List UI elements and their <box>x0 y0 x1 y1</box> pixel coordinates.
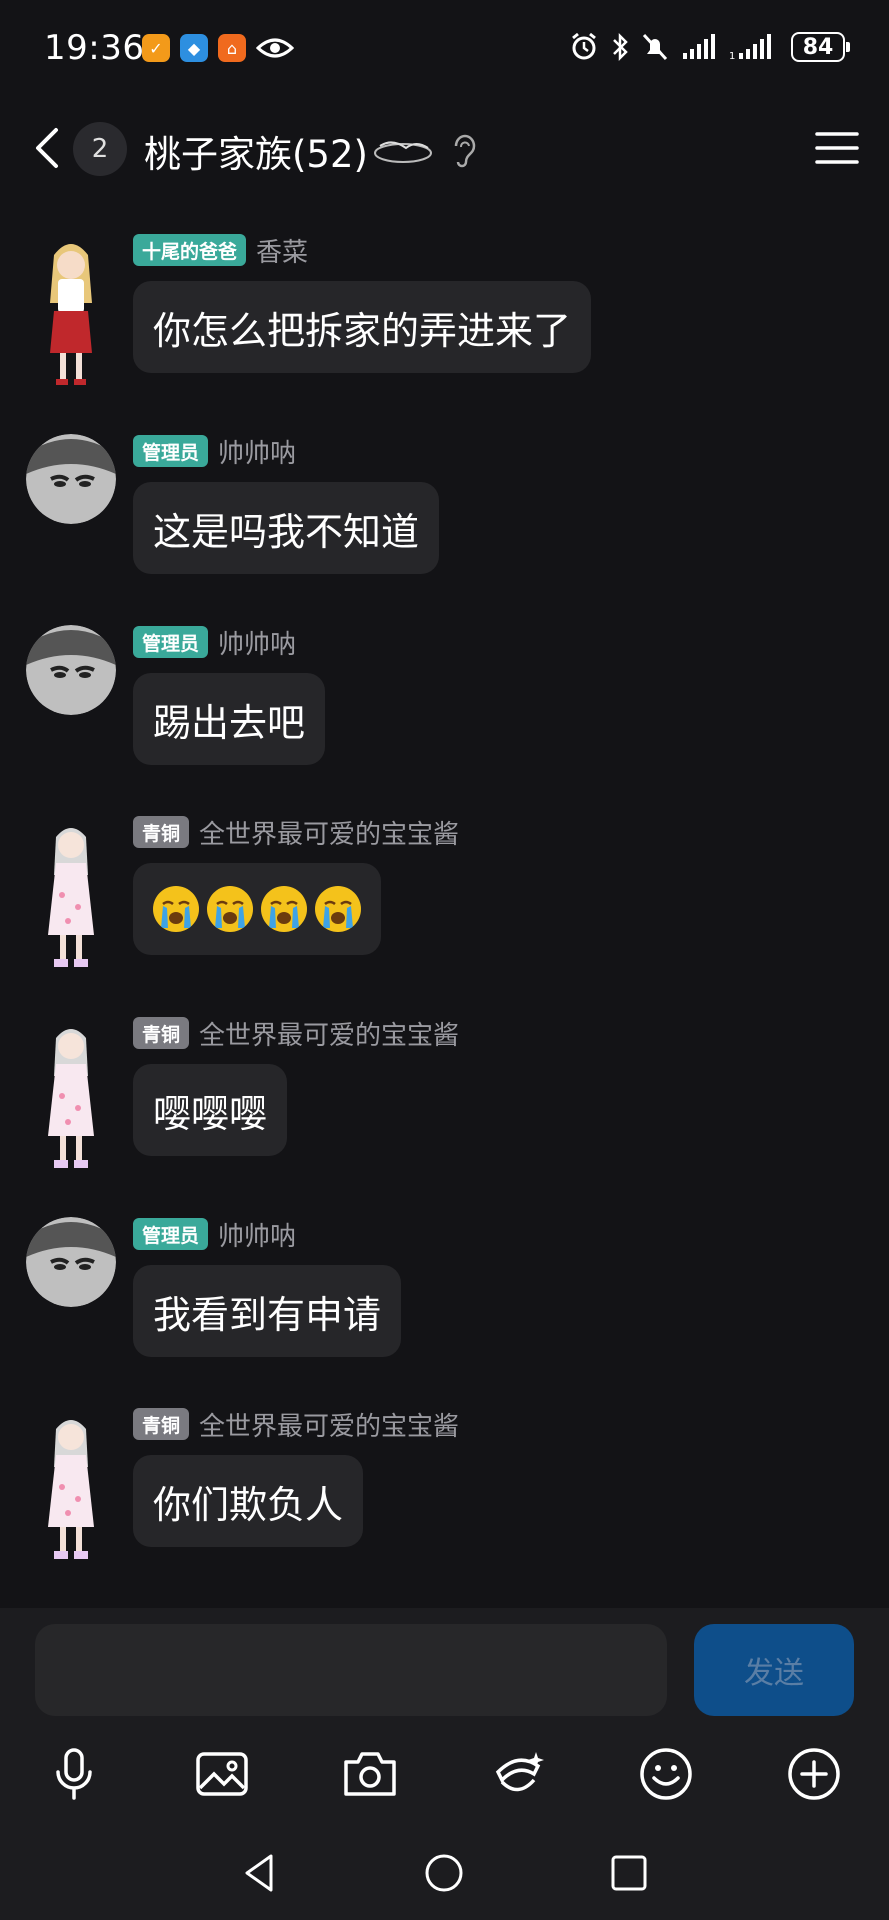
message-bubble[interactable]: 你怎么把拆家的弄进来了 <box>133 281 592 373</box>
app-notification-icon: ◆ <box>180 34 208 62</box>
back-arrow-icon[interactable] <box>28 124 68 172</box>
alarm-icon <box>572 32 596 60</box>
sender-name[interactable]: 帅帅呐 <box>218 433 296 470</box>
status-time: 19:36 <box>44 28 145 68</box>
role-badge: 管理员 <box>133 626 209 658</box>
role-badge: 管理员 <box>133 1218 209 1250</box>
bluetooth-icon <box>613 32 628 62</box>
recent-square-icon[interactable] <box>604 1848 654 1898</box>
avatar[interactable] <box>34 815 108 975</box>
mute-bell-icon <box>642 33 668 61</box>
message-bubble[interactable]: 嘤嘤嘤 <box>133 1064 288 1156</box>
sender-name[interactable]: 全世界最可爱的宝宝酱 <box>199 1015 459 1052</box>
message-input[interactable] <box>35 1624 667 1716</box>
avatar[interactable] <box>34 233 108 393</box>
svg-text:1: 1 <box>729 51 735 61</box>
unread-count-badge: 2 <box>73 122 127 176</box>
sender-name[interactable]: 帅帅呐 <box>218 624 296 661</box>
role-badge: 青铜 <box>133 1408 190 1440</box>
sender-name[interactable]: 帅帅呐 <box>218 1216 296 1253</box>
message-bubble[interactable]: 你们欺负人 <box>133 1455 364 1547</box>
avatar[interactable] <box>34 1407 108 1567</box>
plus-circle-icon[interactable] <box>784 1744 844 1804</box>
group-level-badge-icon <box>374 141 432 163</box>
back-triangle-icon[interactable] <box>235 1848 285 1898</box>
message-bubble[interactable] <box>133 863 381 955</box>
app-notification-icon: ✓ <box>142 34 170 62</box>
group-title[interactable]: 桃子家族(52) <box>144 124 368 178</box>
loudly-crying-face-icon <box>261 886 307 932</box>
loudly-crying-face-icon <box>153 886 199 932</box>
ear-icon[interactable] <box>450 132 478 168</box>
message-bubble[interactable]: 我看到有申请 <box>133 1265 402 1357</box>
avatar[interactable] <box>26 434 116 524</box>
send-button[interactable]: 发送 <box>694 1624 854 1716</box>
microphone-icon[interactable] <box>44 1744 104 1804</box>
sender-name[interactable]: 香菜 <box>256 232 308 269</box>
eye-icon <box>256 38 294 58</box>
loudly-crying-face-icon <box>315 886 361 932</box>
role-badge: 青铜 <box>133 1017 190 1049</box>
camera-icon[interactable] <box>340 1744 400 1804</box>
chat-header: 2 桃子家族(52) <box>0 110 889 186</box>
message-bubble[interactable]: 踢出去吧 <box>133 673 326 765</box>
status-indicators: 1 84 <box>569 32 850 62</box>
loudly-crying-face-icon <box>207 886 253 932</box>
composer-bar: 发送 <box>0 1608 889 1920</box>
emoji-row <box>153 886 361 932</box>
signal-icon <box>683 34 715 59</box>
status-app-icons: ✓ ◆ ⌂ <box>142 34 294 62</box>
role-badge: 十尾的爸爸 <box>133 234 247 266</box>
signal-icon: 1 <box>729 34 771 61</box>
role-badge: 管理员 <box>133 435 209 467</box>
status-bar: 19:36 ✓ ◆ ⌂ 1 84 <box>0 0 889 100</box>
magic-icon[interactable] <box>488 1744 548 1804</box>
menu-icon[interactable] <box>815 130 859 166</box>
avatar[interactable] <box>26 1217 116 1307</box>
avatar[interactable] <box>26 625 116 715</box>
avatar[interactable] <box>34 1016 108 1176</box>
app-notification-icon: ⌂ <box>218 34 246 62</box>
sender-name[interactable]: 全世界最可爱的宝宝酱 <box>199 814 459 851</box>
sender-name[interactable]: 全世界最可爱的宝宝酱 <box>199 1406 459 1443</box>
home-circle-icon[interactable] <box>419 1848 469 1898</box>
role-badge: 青铜 <box>133 816 190 848</box>
image-icon[interactable] <box>192 1744 252 1804</box>
message-bubble[interactable]: 这是吗我不知道 <box>133 482 440 574</box>
battery-indicator: 84 <box>791 32 850 62</box>
emoji-icon[interactable] <box>636 1744 696 1804</box>
